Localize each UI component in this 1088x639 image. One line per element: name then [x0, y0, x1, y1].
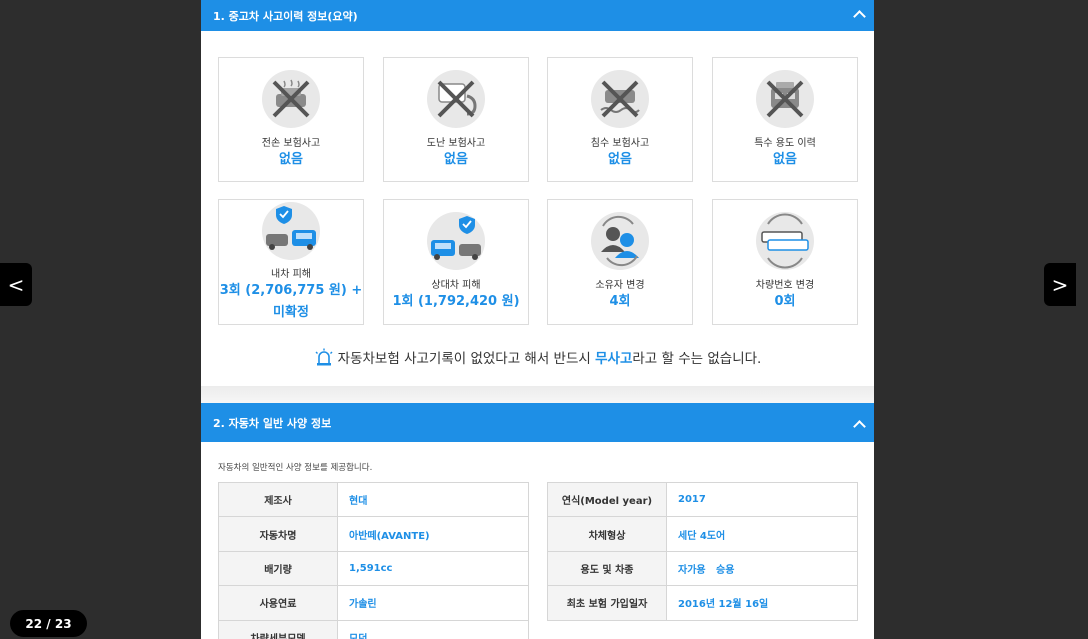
- spec-value: 2016년 12월 16일: [666, 585, 858, 621]
- table-row: 자동차명 아반떼(AVANTE): [218, 516, 529, 552]
- card-total-loss: 전손 보험사고 없음: [218, 57, 364, 182]
- chevron-up-icon[interactable]: [853, 420, 866, 433]
- spec-table-right: 연식(Model year) 2017 차체형상 세단 4도어 용도 및 차종 자가용…: [547, 481, 858, 621]
- spec-value: 1,591cc: [337, 550, 529, 587]
- spec-value: 현대: [337, 481, 529, 518]
- plate-change-icon: [756, 212, 814, 270]
- table-row: 사용연료 가솔린: [218, 585, 529, 621]
- section-title: 2. 자동차 일반 사양 정보: [213, 416, 332, 430]
- car-flood-crossed-icon: [591, 70, 649, 128]
- note-text-before: 자동차보험 사고기록이 없었다고 해서 반드시: [337, 351, 596, 367]
- disclaimer-note: 자동차보험 사고기록이 없었다고 해서 반드시 무사고라고 할 수는 없습니다.: [201, 347, 874, 370]
- spec-key: 용도 및 차종: [547, 550, 667, 587]
- table-row: 배기량 1,591cc: [218, 550, 529, 587]
- section-intro: 자동차의 일반적인 사양 정보를 제공합니다.: [218, 463, 373, 473]
- card-value: 4회: [609, 294, 631, 309]
- note-highlight: 무사고: [595, 351, 633, 367]
- table-row: 연식(Model year) 2017: [547, 481, 858, 518]
- car-total-loss-crossed-icon: [262, 70, 320, 128]
- card-other-car-damage: 상대차 피해 1회 (1,792,420 원): [383, 199, 529, 325]
- card-value: 없음: [608, 152, 632, 167]
- card-value: 없음: [444, 152, 468, 167]
- table-row: 최초 보험 가입일자 2016년 12월 16일: [547, 585, 858, 621]
- card-value-line2: 미확정: [273, 305, 309, 320]
- card-value: 1회 (1,792,420 원): [392, 294, 520, 309]
- page-counter: 22 / 23: [10, 610, 87, 637]
- card-label: 도난 보험사고: [426, 138, 486, 149]
- card-theft: 도난 보험사고 없음: [383, 57, 529, 182]
- owner-change-icon: [591, 212, 649, 270]
- spec-value: 가솔린: [337, 585, 529, 621]
- note-text-after: 라고 할 수는 없습니다.: [632, 351, 762, 367]
- card-value: 없음: [279, 152, 303, 167]
- section-general-spec-header[interactable]: 2. 자동차 일반 사양 정보: [201, 403, 874, 442]
- chevron-up-icon[interactable]: [853, 10, 866, 23]
- section-divider: [201, 386, 874, 403]
- card-label: 상대차 피해: [431, 280, 481, 291]
- card-label: 내차 피해: [271, 269, 311, 280]
- document-page: 1. 중고차 사고이력 정보(요약) 전손 보험사고 없음 도난 보험사고 없음…: [201, 0, 874, 639]
- card-value: 없음: [773, 152, 797, 167]
- spec-key: 배기량: [218, 550, 338, 587]
- spec-value: 2017: [666, 481, 858, 518]
- car-theft-crossed-icon: [427, 70, 485, 128]
- spec-table-left: 제조사 현대 자동차명 아반떼(AVANTE) 배기량 1,591cc 사용연료 가솔린…: [218, 481, 529, 639]
- table-row: 차량세부모델모던: [218, 619, 529, 639]
- other-car-damage-icon: [427, 212, 485, 270]
- my-car-damage-icon: [262, 202, 320, 260]
- next-page-button[interactable]: >: [1044, 263, 1076, 306]
- special-use-crossed-icon: [756, 70, 814, 128]
- siren-icon: [314, 348, 334, 370]
- section-accident-summary-header[interactable]: 1. 중고차 사고이력 정보(요약): [201, 0, 874, 31]
- card-special-use: 특수 용도 이력 없음: [712, 57, 858, 182]
- spec-key: 차체형상: [547, 516, 667, 552]
- spec-value: 모던: [337, 619, 529, 639]
- card-label: 특수 용도 이력: [754, 138, 816, 149]
- spec-value: 세단 4도어: [666, 516, 858, 552]
- card-owner-change: 소유자 변경 4회: [547, 199, 693, 325]
- spec-value: 자가용 승용: [666, 550, 858, 587]
- card-value: 0회: [774, 294, 796, 309]
- table-row: 제조사 현대: [218, 481, 529, 518]
- spec-key: 차량세부모델: [218, 619, 338, 639]
- section-title: 1. 중고차 사고이력 정보(요약): [213, 9, 358, 23]
- card-label: 전손 보험사고: [261, 138, 321, 149]
- spec-key: 사용연료: [218, 585, 338, 621]
- prev-page-button[interactable]: <: [0, 263, 32, 306]
- spec-key: 제조사: [218, 481, 338, 518]
- card-value-line1: 3회 (2,706,775 원) +: [219, 283, 363, 298]
- card-label: 소유자 변경: [595, 280, 645, 291]
- card-label: 침수 보험사고: [590, 138, 650, 149]
- table-row: 용도 및 차종 자가용 승용: [547, 550, 858, 587]
- table-row: 차체형상 세단 4도어: [547, 516, 858, 552]
- spec-key: 자동차명: [218, 516, 338, 552]
- card-label: 차량번호 변경: [755, 280, 815, 291]
- card-flood: 침수 보험사고 없음: [547, 57, 693, 182]
- card-plate-change: 차량번호 변경 0회: [712, 199, 858, 325]
- spec-key: 연식(Model year): [547, 481, 667, 518]
- spec-value: 아반떼(AVANTE): [337, 516, 529, 552]
- spec-key: 최초 보험 가입일자: [547, 585, 667, 621]
- card-my-car-damage: 내차 피해 3회 (2,706,775 원) + 미확정: [218, 199, 364, 325]
